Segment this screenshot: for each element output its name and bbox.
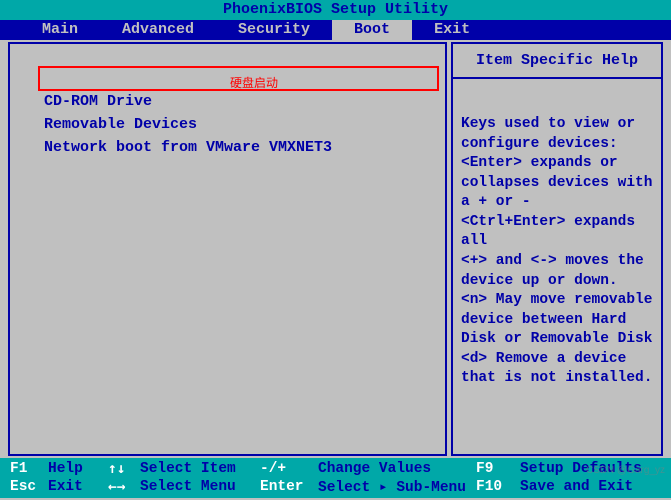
watermark: CSDN @Garg_yz bbox=[586, 465, 665, 476]
key-f10: F10 bbox=[476, 479, 502, 495]
label-select-menu: Select Menu bbox=[140, 479, 260, 495]
title-bar: PhoenixBIOS Setup Utility bbox=[0, 0, 671, 20]
key-minus-plus: -/+ bbox=[260, 461, 286, 477]
leftright-arrow-icon: ←→ bbox=[108, 479, 125, 495]
menu-bar: Main Advanced Security Boot Exit bbox=[0, 20, 671, 40]
menu-security[interactable]: Security bbox=[216, 20, 332, 40]
label-select-submenu: Select ▸ Sub-Menu bbox=[318, 479, 476, 496]
content-area: 硬盘启动 +Hard Drive CD-ROM Drive Removable … bbox=[0, 40, 671, 458]
menu-main[interactable]: Main bbox=[20, 20, 100, 40]
key-enter: Enter bbox=[260, 479, 304, 495]
label-help: Help bbox=[48, 461, 108, 477]
annotation-label: 硬盘启动 bbox=[230, 74, 278, 91]
boot-item-network[interactable]: Network boot from VMware VMXNET3 bbox=[40, 137, 437, 158]
footer-keys: F1 Help ↑↓ Select Item -/+ Change Values… bbox=[0, 458, 671, 498]
updown-arrow-icon: ↑↓ bbox=[108, 461, 125, 477]
help-title: Item Specific Help bbox=[453, 44, 661, 79]
key-f1: F1 bbox=[10, 461, 27, 477]
key-f9: F9 bbox=[476, 461, 493, 477]
boot-item-removable[interactable]: Removable Devices bbox=[40, 114, 437, 135]
app-title: PhoenixBIOS Setup Utility bbox=[223, 1, 448, 18]
label-change-values: Change Values bbox=[318, 461, 476, 477]
label-select-item: Select Item bbox=[140, 461, 260, 477]
menu-boot[interactable]: Boot bbox=[332, 20, 412, 40]
key-esc: Esc bbox=[10, 479, 36, 495]
label-exit: Exit bbox=[48, 479, 108, 495]
help-body: Keys used to view or configure devices:<… bbox=[453, 79, 661, 397]
footer-row-1: F1 Help ↑↓ Select Item -/+ Change Values… bbox=[10, 460, 661, 478]
boot-order-panel: 硬盘启动 +Hard Drive CD-ROM Drive Removable … bbox=[8, 42, 447, 456]
label-save-exit: Save and Exit bbox=[520, 479, 633, 495]
footer-row-2: Esc Exit ←→ Select Menu Enter Select ▸ S… bbox=[10, 478, 661, 496]
menu-exit[interactable]: Exit bbox=[412, 20, 492, 40]
boot-item-cdrom[interactable]: CD-ROM Drive bbox=[40, 91, 437, 112]
menu-advanced[interactable]: Advanced bbox=[100, 20, 216, 40]
help-panel: Item Specific Help Keys used to view or … bbox=[451, 42, 663, 456]
